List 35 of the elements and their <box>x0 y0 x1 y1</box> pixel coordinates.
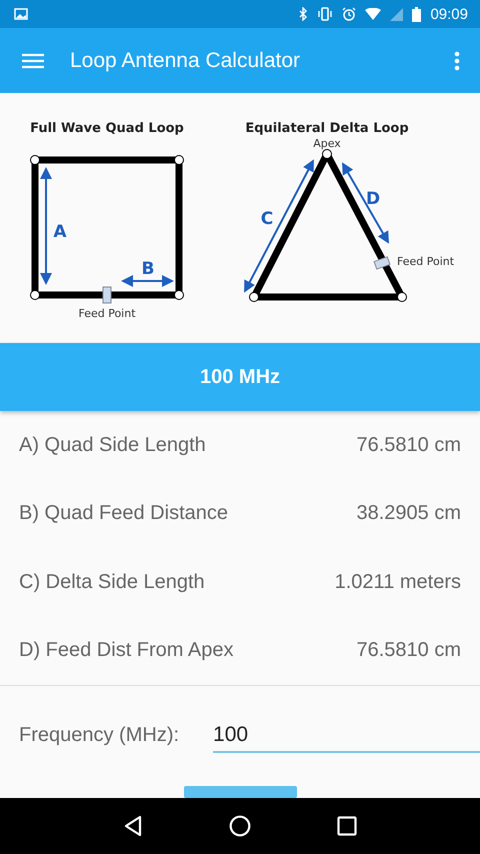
result-label: B) Quad Feed Distance <box>19 502 228 526</box>
status-time: 09:09 <box>430 6 468 22</box>
app-title: Loop Antenna Calculator <box>70 48 302 72</box>
result-label: A) Quad Side Length <box>19 434 206 457</box>
result-value: 76.5810 cm <box>356 639 461 662</box>
result-value: 38.2905 cm <box>356 502 461 526</box>
frequency-banner: 100 MHz <box>0 343 480 411</box>
wifi-icon <box>365 8 382 20</box>
diagram-title: Equilateral Delta Loop <box>245 121 409 136</box>
dimension-label: A <box>53 222 67 242</box>
result-value: 1.0211 meters <box>334 570 461 594</box>
result-label: D) Feed Dist From Apex <box>19 639 234 662</box>
home-icon[interactable] <box>229 815 251 837</box>
battery-icon <box>412 6 422 22</box>
diagram-title: Full Wave Quad Loop <box>30 121 184 136</box>
frequency-field[interactable]: 100 <box>213 717 480 753</box>
image-icon <box>14 8 28 20</box>
dimension-label: C <box>260 209 274 229</box>
menu-icon[interactable] <box>22 52 44 68</box>
arrow <box>121 275 174 287</box>
field-label: Frequency (MHz): <box>19 724 180 746</box>
feed-point-label: Feed Point <box>397 255 454 268</box>
feed-point-label: Feed Point <box>78 307 136 320</box>
signal-icon <box>390 8 404 20</box>
vibrate-icon <box>317 7 334 21</box>
alarm-icon <box>342 7 356 21</box>
dimension-label: B <box>142 259 154 279</box>
recents-icon[interactable] <box>337 816 357 836</box>
result-label: C) Delta Side Length <box>19 570 205 594</box>
result-value: 76.5810 cm <box>356 434 461 457</box>
overflow-menu-icon[interactable] <box>454 50 460 70</box>
dimension-label: D <box>366 189 380 209</box>
bluetooth-icon <box>298 7 308 21</box>
back-icon[interactable] <box>123 815 143 837</box>
apex-label: Apex <box>313 137 341 150</box>
